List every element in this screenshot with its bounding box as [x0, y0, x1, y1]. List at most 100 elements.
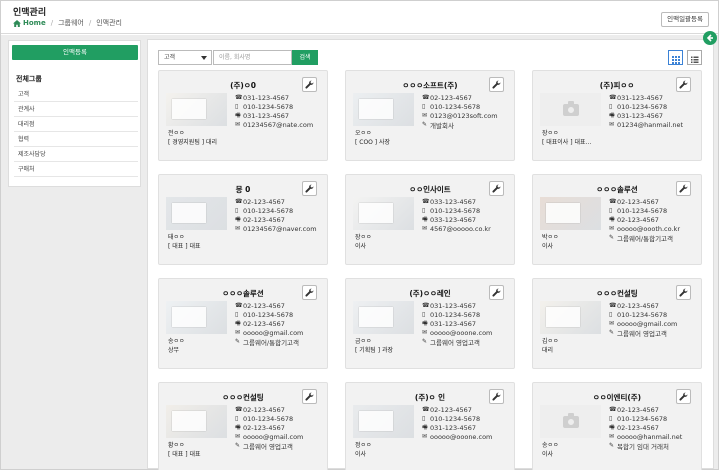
business-card-image[interactable] — [353, 301, 414, 334]
breadcrumb-home[interactable]: Home — [13, 19, 46, 27]
search-input[interactable]: 이름, 회사명 — [213, 50, 292, 65]
group-item[interactable]: 대리점 — [14, 117, 138, 132]
home-icon — [13, 19, 21, 27]
wrench-icon[interactable] — [676, 77, 691, 92]
business-card-image[interactable] — [353, 93, 414, 126]
card-contact-lines: ☎ 02-123-4567 ▯ 010-1234-5678 ✉ 0123@0123soft… — [422, 93, 516, 130]
card-phone-value: 02-123-4567 — [243, 405, 285, 414]
card-email-line[interactable]: ✉ 4567@ooooo.co.kr — [422, 224, 516, 233]
contact-card[interactable]: ㅇㅇㅇ솔루션 ☎ 02-123-4567 ▯ 010-1234-5678 🖷 02-123-… — [532, 174, 702, 265]
contact-card[interactable]: (주)피ㅇㅇ ☎ 031-123-4567 ▯ 010-1234-5678 🖷 031-12… — [532, 70, 702, 161]
card-mobile-value: 010-1234-5678 — [430, 414, 481, 423]
business-card-image[interactable] — [166, 93, 227, 126]
mobile-icon: ▯ — [422, 103, 426, 110]
business-card-image[interactable] — [166, 301, 227, 334]
group-list: 고객 관계사 대리점 협력 제조사담당 구매처 — [14, 87, 138, 177]
email-icon: ✉ — [609, 121, 615, 128]
card-pin-line: ✎ 그룹웨어/통합기고객 — [235, 337, 329, 346]
wrench-icon[interactable] — [489, 181, 504, 196]
list-view-icon[interactable] — [687, 50, 702, 65]
mobile-icon: ▯ — [422, 311, 426, 318]
grid-view-icon[interactable] — [668, 50, 683, 65]
card-fax-line: 🖷 02-123-4567 — [609, 423, 703, 432]
mobile-icon: ▯ — [609, 103, 613, 110]
card-email-line[interactable]: ✉ ooooo@hanmail.net — [609, 432, 703, 441]
camera-placeholder-image[interactable] — [540, 405, 601, 438]
card-fax-value: 031-123-4567 — [243, 111, 290, 120]
breadcrumb-groupware[interactable]: 그룹웨어 — [58, 18, 84, 28]
card-email-line[interactable]: ✉ 01234@hanmail.net — [609, 120, 703, 129]
card-person-title: 이사 — [355, 451, 367, 458]
phone-icon: ☎ — [422, 94, 430, 101]
group-item[interactable]: 관계사 — [14, 102, 138, 117]
card-email-line[interactable]: ✉ ooooo@oooth.co.kr — [609, 224, 703, 233]
card-email-line[interactable]: ✉ ooooo@gmail.com — [235, 328, 329, 337]
card-email-line[interactable]: ✉ ooooo@ooone.com — [422, 432, 516, 441]
card-email-line[interactable]: ✉ ooooo@ooone.com — [422, 328, 516, 337]
card-person-name: 장ㅇㅇ — [355, 234, 372, 241]
contact-card[interactable]: ㅇㅇㅇ소프트(주) ☎ 02-123-4567 ▯ 010-1234-5678 ✉ 0123… — [345, 70, 515, 161]
group-item[interactable]: 구매처 — [14, 162, 138, 177]
card-email-line[interactable]: ✉ ooooo@gmail.com — [609, 319, 703, 328]
group-item[interactable]: 제조사담당 — [14, 147, 138, 162]
card-mobile-line: ▯ 010-1234-5678 — [235, 310, 329, 319]
card-phone-line: ☎ 02-123-4567 — [235, 405, 329, 414]
wrench-icon[interactable] — [676, 389, 691, 404]
business-card-image[interactable] — [353, 197, 414, 230]
wrench-icon[interactable] — [676, 285, 691, 300]
card-phone-value: 02-123-4567 — [617, 405, 659, 414]
mobile-icon: ▯ — [422, 415, 426, 422]
card-phone-value: 02-123-4567 — [430, 405, 472, 414]
card-mobile-line: ▯ 010-1234-5678 — [422, 206, 516, 215]
contact-card[interactable]: (주)ㅇ 인 ☎ 02-123-4567 ▯ 010-1234-5678 🖷 031-123… — [345, 382, 515, 470]
card-email-line[interactable]: ✉ ooooo@gmail.com — [235, 432, 329, 441]
card-mobile-value: 010-1234-5678 — [430, 310, 481, 319]
search-button[interactable]: 검색 — [292, 50, 318, 65]
camera-placeholder-image[interactable] — [540, 93, 601, 126]
wrench-icon[interactable] — [302, 181, 317, 196]
card-fax-value: 031-123-4567 — [617, 111, 664, 120]
contact-card[interactable]: (주)ㅇ0 ☎ 031-123-4567 ▯ 010-1234-5678 🖷 031-123… — [158, 70, 328, 161]
business-card-image[interactable] — [353, 405, 414, 438]
contact-card[interactable]: (주)ㅇㅇ레인 ☎ 031-123-4567 ▯ 010-1234-5678 🖷 031-1… — [345, 278, 515, 369]
card-email-line[interactable]: ✉ 0123@0123soft.com — [422, 111, 516, 120]
contact-card[interactable]: ㅇㅇㅇ솔루션 ☎ 02-123-4567 ▯ 010-1234-5678 🖷 02-123-… — [158, 278, 328, 369]
contact-card[interactable]: ㅇㅇㅇ컨설팅 ☎ 02-123-4567 ▯ 010-1234-5678 ✉ ooooo@g… — [532, 278, 702, 369]
card-phone-value: 02-123-4567 — [243, 301, 285, 310]
card-person: 황ㅇㅇ [ 대표 ] 대표 — [168, 441, 236, 459]
card-mobile-line: ▯ 010-1234-5678 — [422, 102, 516, 111]
contact-card[interactable]: 몽 0 ☎ 02-123-4567 ▯ 010-1234-5678 🖷 02-123-456… — [158, 174, 328, 265]
wrench-icon[interactable] — [489, 77, 504, 92]
wrench-icon[interactable] — [302, 285, 317, 300]
register-contact-button[interactable]: 인맥등록 — [12, 45, 138, 60]
email-icon: ✉ — [609, 225, 615, 232]
card-phone-value: 02-123-4567 — [617, 197, 659, 206]
group-item[interactable]: 협력 — [14, 132, 138, 147]
card-email-line[interactable]: ✉ 01234567@naver.com — [235, 224, 329, 233]
wrench-icon[interactable] — [489, 389, 504, 404]
card-person-title: 이사 — [542, 451, 554, 458]
card-pin-line: ✎ 복합기 임대 거래처 — [609, 441, 703, 450]
contact-card[interactable]: ㅇㅇ이엔티(주) ☎ 02-123-4567 ▯ 010-1234-5678 🖷 02-12… — [532, 382, 702, 470]
bulk-register-button[interactable]: 인맥일괄등록 — [661, 12, 709, 27]
contact-card[interactable]: ㅇㅇㅇ컨설팅 ☎ 02-123-4567 ▯ 010-1234-5678 🖷 02-123-… — [158, 382, 328, 470]
card-fax-line: 🖷 02-123-4567 — [235, 423, 329, 432]
wrench-icon[interactable] — [489, 285, 504, 300]
card-pin-value: 복합기 임대 거래처 — [617, 442, 669, 451]
back-arrow-icon[interactable] — [703, 31, 717, 45]
contact-card[interactable]: ㅇㅇ인사이트 ☎ 033-123-4567 ▯ 010-1234-5678 🖷 033-12… — [345, 174, 515, 265]
wrench-icon[interactable] — [676, 181, 691, 196]
group-select[interactable]: 고객 — [158, 50, 212, 65]
group-item[interactable]: 고객 — [14, 87, 138, 102]
business-card-image[interactable] — [540, 197, 601, 230]
wrench-icon[interactable] — [302, 389, 317, 404]
business-card-image[interactable] — [540, 301, 601, 334]
business-card-photo — [172, 411, 206, 431]
group-list-title[interactable]: 전체그룹 — [16, 74, 42, 84]
card-mobile-value: 010-1234-5678 — [617, 310, 668, 319]
card-phone-line: ☎ 02-123-4567 — [609, 301, 703, 310]
business-card-image[interactable] — [166, 197, 227, 230]
business-card-image[interactable] — [166, 405, 227, 438]
wrench-icon[interactable] — [302, 77, 317, 92]
card-email-line[interactable]: ✉ 01234567@nate.com — [235, 120, 329, 129]
